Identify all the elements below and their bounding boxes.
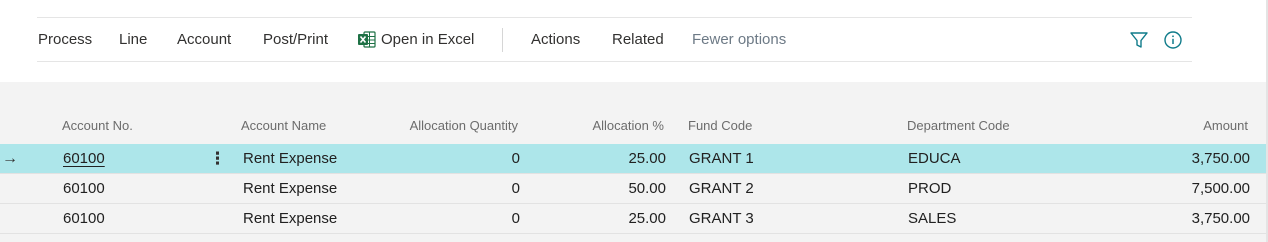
department-code-cell[interactable]: SALES <box>908 204 956 234</box>
fund-code-cell[interactable]: GRANT 1 <box>689 144 754 174</box>
fund-code-cell[interactable]: GRANT 3 <box>689 204 754 234</box>
fund-code-cell[interactable]: GRANT 2 <box>689 174 754 204</box>
current-row-arrow-icon: → <box>2 150 18 167</box>
column-header-fund-code[interactable]: Fund Code <box>688 118 752 136</box>
account-no-cell[interactable]: 60100 <box>63 144 105 174</box>
allocation-pct-cell[interactable]: 50.00 <box>566 174 666 204</box>
excel-icon[interactable] <box>358 31 376 48</box>
allocation-pct-cell[interactable]: 25.00 <box>566 144 666 174</box>
account-name-cell[interactable]: Rent Expense <box>243 204 337 234</box>
account-name-cell[interactable]: Rent Expense <box>243 174 337 204</box>
table-row[interactable]: → 60100 ⋮ Rent Expense 0 25.00 GRANT 1 E… <box>0 144 1266 174</box>
toolbar-divider <box>502 28 503 52</box>
menu-process[interactable]: Process <box>38 18 92 62</box>
column-header-amount[interactable]: Amount <box>1130 118 1248 136</box>
action-bar: Process Line Account Post/Print Open in … <box>37 17 1192 62</box>
allocation-quantity-cell[interactable]: 0 <box>420 144 520 174</box>
menu-account[interactable]: Account <box>177 18 231 62</box>
column-header-allocation-pct[interactable]: Allocation % <box>540 118 664 136</box>
department-code-cell[interactable]: EDUCA <box>908 144 961 174</box>
info-icon[interactable] <box>1162 29 1184 51</box>
column-header-department-code[interactable]: Department Code <box>907 118 1010 136</box>
row-actions-icon[interactable]: ⋮ <box>209 144 226 174</box>
account-no-cell[interactable]: 60100 <box>63 174 105 204</box>
open-in-excel-button[interactable]: Open in Excel <box>381 18 474 62</box>
department-code-cell[interactable]: PROD <box>908 174 951 204</box>
menu-post-print[interactable]: Post/Print <box>263 18 328 62</box>
column-header-account-no[interactable]: Account No. <box>62 118 133 136</box>
action-bar-area: Process Line Account Post/Print Open in … <box>0 0 1268 82</box>
menu-related[interactable]: Related <box>612 18 664 62</box>
menu-actions[interactable]: Actions <box>531 18 580 62</box>
column-header-account-name[interactable]: Account Name <box>241 118 326 136</box>
amount-cell[interactable]: 3,750.00 <box>1130 144 1250 174</box>
allocation-pct-cell[interactable]: 25.00 <box>566 204 666 234</box>
column-header-allocation-quantity[interactable]: Allocation Quantity <box>360 118 518 136</box>
table-row[interactable]: 60100 Rent Expense 0 25.00 GRANT 3 SALES… <box>0 204 1266 234</box>
account-name-cell[interactable]: Rent Expense <box>243 144 337 174</box>
allocation-quantity-cell[interactable]: 0 <box>420 204 520 234</box>
amount-cell[interactable]: 3,750.00 <box>1130 204 1250 234</box>
menu-line[interactable]: Line <box>119 18 147 62</box>
filter-icon[interactable] <box>1128 29 1150 51</box>
allocation-quantity-cell[interactable]: 0 <box>420 174 520 204</box>
table-row[interactable]: 60100 Rent Expense 0 50.00 GRANT 2 PROD … <box>0 174 1266 204</box>
fewer-options-button[interactable]: Fewer options <box>692 18 786 62</box>
amount-cell[interactable]: 7,500.00 <box>1130 174 1250 204</box>
account-no-cell[interactable]: 60100 <box>63 204 105 234</box>
